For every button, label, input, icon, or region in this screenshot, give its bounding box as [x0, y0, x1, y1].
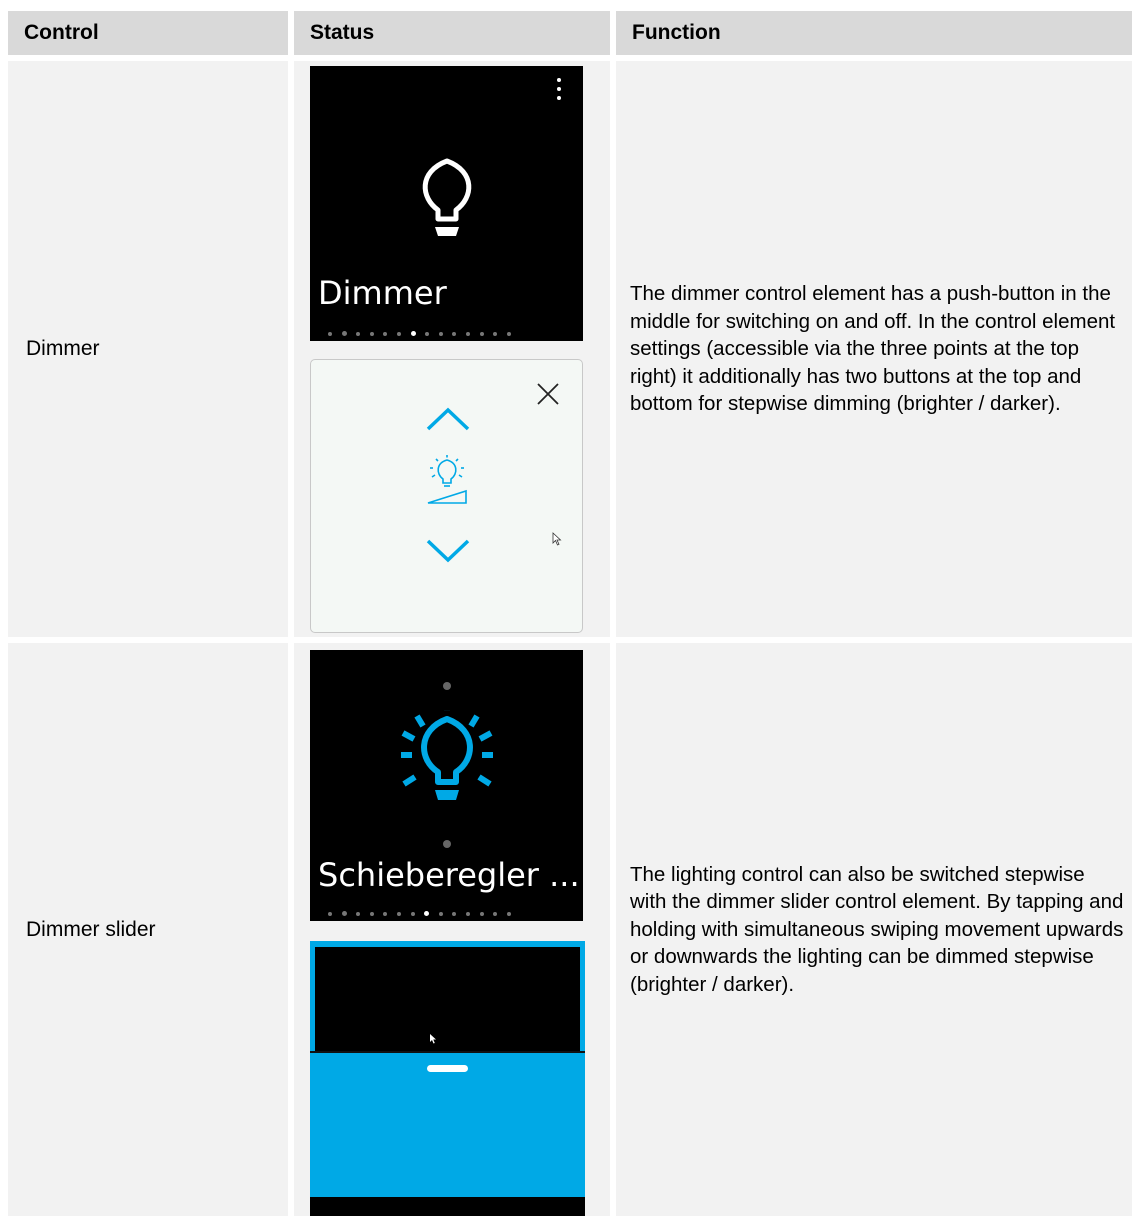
- page-dot-active: [424, 911, 430, 916]
- page-dot: [438, 331, 443, 336]
- header-status-label: Status: [310, 21, 375, 44]
- page-dot: [328, 911, 332, 916]
- table-row-control: Dimmer: [8, 61, 288, 637]
- page-dot: [506, 911, 511, 916]
- page-dot-active: [410, 331, 416, 336]
- table-row-function: The dimmer control element has a push-bu…: [616, 61, 1132, 637]
- control-name: Dimmer: [26, 337, 100, 360]
- page-dot: [383, 331, 388, 336]
- bulb-on-icon[interactable]: [401, 710, 493, 822]
- chevron-down-icon[interactable]: [425, 538, 471, 564]
- page-dot: [341, 911, 347, 916]
- tile-title: Dimmer: [318, 274, 447, 312]
- scroll-dot-bottom: [443, 840, 451, 848]
- page-dot: [328, 331, 332, 336]
- page-dot: [396, 911, 401, 916]
- dimmer-bulb-icon: [427, 455, 467, 504]
- function-text: The lighting control can also be switche…: [630, 862, 1124, 996]
- header-function: Function: [616, 11, 1132, 55]
- page-dot: [438, 911, 443, 916]
- function-text: The dimmer control element has a push-bu…: [630, 282, 1116, 416]
- table-row-control: Dimmer slider: [8, 643, 288, 1216]
- dimmer-settings-screen: [310, 359, 583, 633]
- page-dot: [479, 331, 484, 336]
- page-dot: [369, 911, 374, 916]
- page-dot: [479, 911, 484, 916]
- page-dot: [452, 331, 457, 336]
- slider-tile-screen[interactable]: Schieberegler ...: [310, 650, 583, 921]
- page-dot: [452, 911, 457, 916]
- cursor-icon: [430, 1034, 436, 1044]
- page-dot: [425, 331, 430, 336]
- tile-title: Schieberegler ...: [318, 856, 580, 894]
- table-row-function: The lighting control can also be switche…: [616, 643, 1132, 1216]
- page-dot: [493, 911, 498, 916]
- header-control: Control: [8, 11, 288, 55]
- chevron-up-icon[interactable]: [425, 406, 471, 432]
- page-dot: [506, 331, 511, 336]
- control-name: Dimmer slider: [26, 917, 156, 941]
- slider-bottom-bar: [310, 1197, 585, 1216]
- page-dot: [410, 911, 415, 916]
- page-dot: [493, 331, 498, 336]
- cursor-icon: [552, 532, 562, 546]
- page-dot: [396, 331, 401, 336]
- header-status: Status: [294, 11, 610, 55]
- close-icon[interactable]: [535, 381, 561, 407]
- scroll-dot-top: [443, 682, 451, 690]
- page-dot: [369, 331, 374, 336]
- page-dot: [356, 911, 361, 916]
- page-dot: [465, 911, 470, 916]
- header-control-label: Control: [24, 21, 99, 44]
- slider-divider: [310, 1051, 585, 1053]
- page-dot: [383, 911, 388, 916]
- more-vert-icon[interactable]: [552, 74, 566, 104]
- page-indicator: [328, 331, 511, 336]
- bulb-icon[interactable]: [417, 158, 477, 242]
- page-indicator: [328, 911, 511, 916]
- slider-handle-icon[interactable]: [427, 1065, 468, 1072]
- dimmer-tile-screen[interactable]: Dimmer: [310, 66, 583, 341]
- page-dot: [341, 331, 347, 336]
- slider-dark-area[interactable]: [315, 947, 580, 1051]
- page-dot: [465, 331, 470, 336]
- slider-active-screen[interactable]: [310, 941, 585, 1216]
- page-dot: [356, 331, 361, 336]
- header-function-label: Function: [632, 21, 721, 44]
